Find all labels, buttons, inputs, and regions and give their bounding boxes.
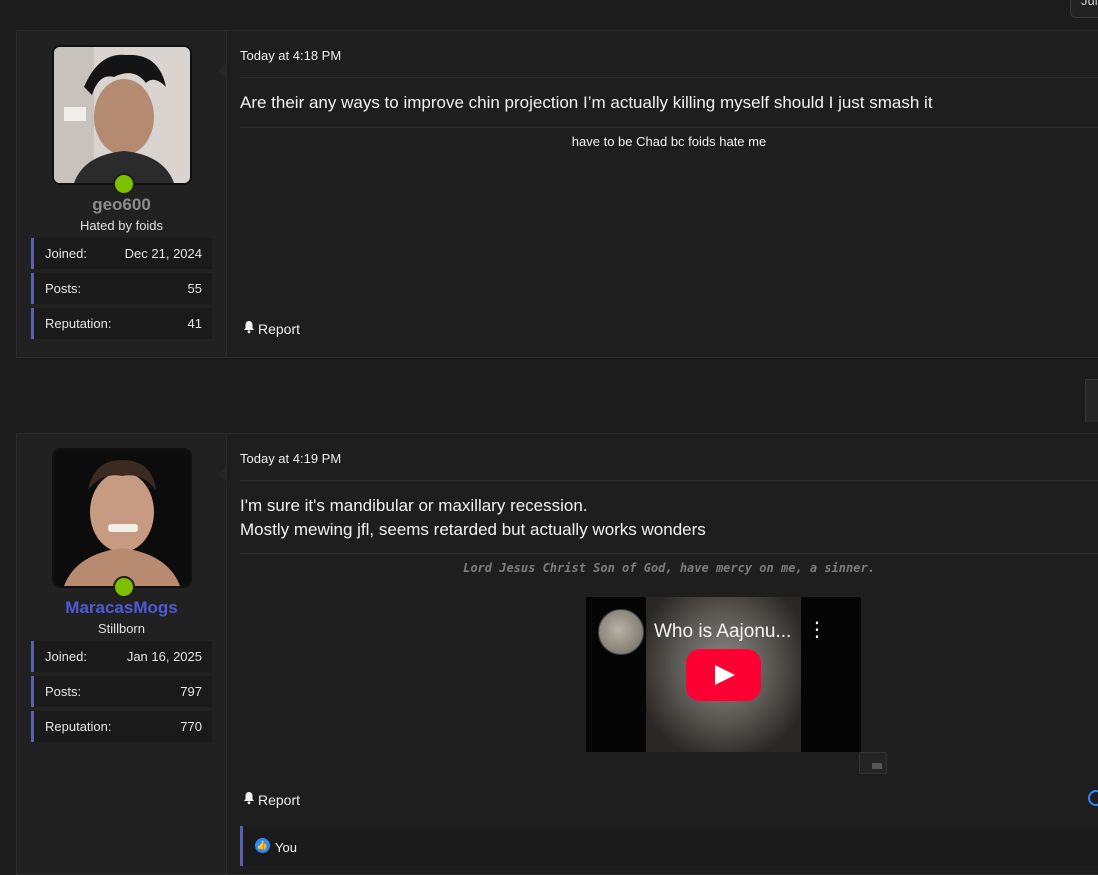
stat-joined: Joined: Dec 21, 2024 xyxy=(31,238,212,269)
reaction-toggle-icon[interactable] xyxy=(1088,790,1098,806)
stat-reputation: Reputation: 770 xyxy=(31,711,212,742)
picture-in-picture-icon[interactable] xyxy=(859,752,887,774)
signature: Lord Jesus Christ Son of God, have mercy… xyxy=(463,561,875,575)
username[interactable]: MaracasMogs xyxy=(17,598,226,618)
reaction-bar[interactable]: 👍 You xyxy=(240,826,1098,866)
divider xyxy=(240,480,1098,481)
youtube-play-icon[interactable] xyxy=(686,649,761,701)
post-1: geo600 Hated by foids Joined: Dec 21, 20… xyxy=(16,30,1098,358)
post-body-line: Mostly mewing jfl, seems retarded but ac… xyxy=(240,520,706,539)
channel-avatar[interactable] xyxy=(598,609,644,655)
signature-divider xyxy=(240,553,1098,554)
user-title: Stillborn xyxy=(98,621,145,636)
video-title[interactable]: Who is Aajonu... xyxy=(654,621,791,643)
online-status-indicator xyxy=(113,576,135,598)
report-button[interactable]: Report xyxy=(242,791,300,808)
user-title: Hated by foids xyxy=(79,218,164,233)
like-icon: 👍 xyxy=(255,838,270,853)
post-2: MaracasMogs Stillborn Joined: Jan 16, 20… xyxy=(16,433,1098,875)
stat-value: 55 xyxy=(187,281,202,296)
top-chip[interactable]: Jul xyxy=(1070,0,1098,18)
user-stats: Joined: Dec 21, 2024 Posts: 55 Reputatio… xyxy=(31,238,212,343)
avatar[interactable] xyxy=(52,45,192,185)
more-vert-icon[interactable]: ⋮ xyxy=(807,620,827,640)
youtube-embed[interactable]: Who is Aajonu... ⋮ xyxy=(586,597,861,752)
user-stats: Joined: Jan 16, 2025 Posts: 797 Reputati… xyxy=(31,641,212,746)
report-button[interactable]: Report xyxy=(242,320,300,337)
post-body: I'm sure it's mandibular or maxillary re… xyxy=(240,494,706,542)
stat-label: Reputation: xyxy=(45,719,112,734)
stat-joined: Joined: Jan 16, 2025 xyxy=(31,641,212,672)
signature: have to be Chad bc foids hate me xyxy=(571,134,767,149)
user-info-panel: geo600 Hated by foids Joined: Dec 21, 20… xyxy=(17,31,228,357)
side-scroll-button[interactable] xyxy=(1085,379,1098,422)
stat-posts: Posts: 797 xyxy=(31,676,212,707)
report-label: Report xyxy=(258,320,301,337)
stat-posts: Posts: 55 xyxy=(31,273,212,304)
bell-icon xyxy=(242,320,256,337)
stat-value: 797 xyxy=(180,684,202,699)
online-status-indicator xyxy=(113,173,135,195)
post-timestamp[interactable]: Today at 4:18 PM xyxy=(240,48,341,63)
stat-label: Joined: xyxy=(45,649,87,664)
post-timestamp[interactable]: Today at 4:19 PM xyxy=(240,451,341,466)
stat-value: Dec 21, 2024 xyxy=(124,246,202,261)
report-label: Report xyxy=(258,791,301,808)
post-content: Today at 4:18 PM Are their any ways to i… xyxy=(227,31,1098,357)
post-body-line: I'm sure it's mandibular or maxillary re… xyxy=(240,496,588,515)
stat-label: Reputation: xyxy=(45,316,112,331)
stat-value: 41 xyxy=(187,316,202,331)
post-body: Are their any ways to improve chin proje… xyxy=(240,91,933,115)
stat-label: Posts: xyxy=(45,281,82,296)
stat-label: Joined: xyxy=(45,246,87,261)
post-content: Today at 4:19 PM I'm sure it's mandibula… xyxy=(227,434,1098,874)
avatar[interactable] xyxy=(52,448,192,588)
user-info-panel: MaracasMogs Stillborn Joined: Jan 16, 20… xyxy=(17,434,228,874)
bell-icon xyxy=(242,791,256,808)
post-body-line: Are their any ways to improve chin proje… xyxy=(240,93,933,112)
stat-value: 770 xyxy=(180,719,202,734)
stat-value: Jan 16, 2025 xyxy=(126,649,202,664)
signature-divider xyxy=(240,127,1098,128)
reaction-users[interactable]: You xyxy=(275,840,297,855)
divider xyxy=(240,77,1098,78)
top-chip-label: Jul xyxy=(1081,0,1098,8)
username[interactable]: geo600 xyxy=(17,195,226,215)
stat-label: Posts: xyxy=(45,684,82,699)
stat-reputation: Reputation: 41 xyxy=(31,308,212,339)
